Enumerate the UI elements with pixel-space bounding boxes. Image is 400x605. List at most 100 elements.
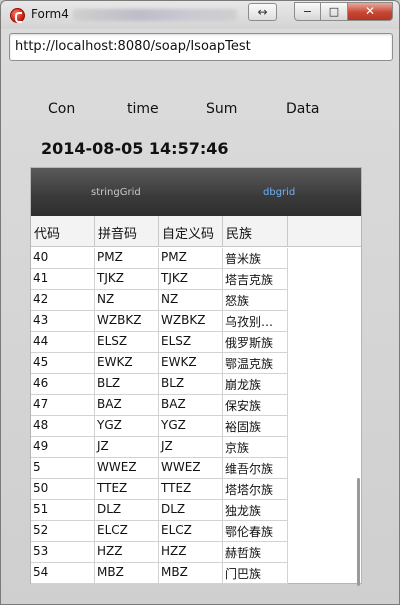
table-cell[interactable]: YGZ [159, 416, 223, 437]
table-cell[interactable]: ELCZ [159, 521, 223, 542]
table-cell[interactable]: 43 [31, 311, 95, 332]
table-cell[interactable]: NZ [159, 290, 223, 311]
table-cell[interactable]: TJKZ [95, 269, 159, 290]
table-cell[interactable]: 怒族 [223, 290, 288, 311]
table-cell[interactable]: 普米族 [223, 248, 288, 269]
table-cell[interactable]: 53 [31, 542, 95, 563]
table-cell[interactable]: 乌孜别… [223, 311, 288, 332]
table-cell[interactable]: MBZ [159, 563, 223, 584]
grid-header: 代码 拼音码 自定义码 民族 [31, 216, 361, 247]
table-cell[interactable]: NZ [95, 290, 159, 311]
table-row[interactable]: 40 PMZ PMZ 普米族 [31, 248, 361, 269]
table-cell[interactable]: 维吾尔族 [223, 458, 288, 479]
table-row[interactable]: 49 JZ JZ 京族 [31, 437, 361, 458]
table-cell[interactable]: 独龙族 [223, 500, 288, 521]
table-cell[interactable]: HZZ [95, 542, 159, 563]
table-row[interactable]: 44 ELSZ ELSZ 俄罗斯族 [31, 332, 361, 353]
table-cell[interactable]: 49 [31, 437, 95, 458]
table-cell[interactable]: DLZ [95, 500, 159, 521]
table-cell[interactable]: MBZ [95, 563, 159, 584]
table-cell[interactable]: 42 [31, 290, 95, 311]
table-cell[interactable]: PMZ [95, 248, 159, 269]
table-cell[interactable]: BLZ [159, 374, 223, 395]
label-sum: Sum [206, 101, 238, 117]
table-row[interactable]: 54 MBZ MBZ 门巴族 [31, 563, 361, 584]
table-cell[interactable]: EWKZ [159, 353, 223, 374]
table-cell[interactable]: ELCZ [95, 521, 159, 542]
table-cell[interactable]: 塔塔尔族 [223, 479, 288, 500]
table-cell[interactable]: 崩龙族 [223, 374, 288, 395]
table-cell[interactable]: 保安族 [223, 395, 288, 416]
close-button[interactable]: ✕ [348, 2, 393, 21]
table-cell[interactable]: JZ [159, 437, 223, 458]
table-cell[interactable]: TTEZ [95, 479, 159, 500]
table-row[interactable]: 47 BAZ BAZ 保安族 [31, 395, 361, 416]
table-cell[interactable]: BAZ [159, 395, 223, 416]
table-cell[interactable]: 京族 [223, 437, 288, 458]
table-cell[interactable]: 门巴族 [223, 563, 288, 584]
table-cell[interactable]: EWKZ [95, 353, 159, 374]
table-row[interactable]: 48 YGZ YGZ 裕固族 [31, 416, 361, 437]
tab-dbgrid[interactable]: dbgrid [263, 187, 295, 198]
table-row[interactable]: 43 WZBKZ WZBKZ 乌孜别… [31, 311, 361, 332]
table-cell[interactable]: DLZ [159, 500, 223, 521]
window-controls: − □ ✕ [294, 2, 393, 21]
table-cell[interactable]: 51 [31, 500, 95, 521]
table-cell[interactable]: 40 [31, 248, 95, 269]
table-cell[interactable]: 鄂温克族 [223, 353, 288, 374]
maximize-button[interactable]: □ [321, 2, 348, 21]
table-cell[interactable]: JZ [95, 437, 159, 458]
table-row[interactable]: 45 EWKZ EWKZ 鄂温克族 [31, 353, 361, 374]
tab-stringgrid[interactable]: stringGrid [91, 187, 141, 198]
table-cell[interactable]: BAZ [95, 395, 159, 416]
column-header[interactable]: 拼音码 [95, 216, 159, 247]
table-cell[interactable]: ELSZ [159, 332, 223, 353]
table-cell[interactable]: 48 [31, 416, 95, 437]
table-cell[interactable]: 45 [31, 353, 95, 374]
table-cell[interactable]: TTEZ [159, 479, 223, 500]
table-cell[interactable]: WWEZ [159, 458, 223, 479]
vertical-scrollbar[interactable] [357, 478, 360, 586]
table-cell[interactable]: WWEZ [95, 458, 159, 479]
title-bar[interactable]: Form4 ↔ − □ ✕ [1, 1, 399, 29]
table-cell[interactable]: 54 [31, 563, 95, 584]
url-input[interactable]: http://localhost:8080/soap/IsoapTest [9, 33, 393, 61]
table-row[interactable]: 52 ELCZ ELCZ 鄂伦春族 [31, 521, 361, 542]
swap-arrows-icon[interactable]: ↔ [248, 3, 277, 21]
table-cell[interactable]: PMZ [159, 248, 223, 269]
table-row[interactable]: 41 TJKZ TJKZ 塔吉克族 [31, 269, 361, 290]
label-time: time [127, 101, 159, 117]
table-cell[interactable]: 52 [31, 521, 95, 542]
table-cell[interactable]: 俄罗斯族 [223, 332, 288, 353]
table-cell[interactable]: WZBKZ [159, 311, 223, 332]
table-cell[interactable]: 鄂伦春族 [223, 521, 288, 542]
table-cell[interactable]: 41 [31, 269, 95, 290]
table-cell[interactable]: TJKZ [159, 269, 223, 290]
app-icon [10, 8, 25, 23]
table-cell[interactable]: ELSZ [95, 332, 159, 353]
column-header[interactable]: 自定义码 [159, 216, 223, 247]
table-cell[interactable]: 5 [31, 458, 95, 479]
table-cell[interactable]: 塔吉克族 [223, 269, 288, 290]
table-cell[interactable]: YGZ [95, 416, 159, 437]
table-cell[interactable]: 47 [31, 395, 95, 416]
table-cell[interactable]: HZZ [159, 542, 223, 563]
column-header[interactable]: 民族 [223, 216, 288, 247]
table-cell[interactable]: 赫哲族 [223, 542, 288, 563]
table-row[interactable]: 53 HZZ HZZ 赫哲族 [31, 542, 361, 563]
table-row[interactable]: 42 NZ NZ 怒族 [31, 290, 361, 311]
table-row[interactable]: 5 WWEZ WWEZ 维吾尔族 [31, 458, 361, 479]
tab-control: stringGrid dbgrid 代码 拼音码 自定义码 民族 40 PMZ PM… [30, 167, 362, 586]
table-row[interactable]: 46 BLZ BLZ 崩龙族 [31, 374, 361, 395]
tab-bar: stringGrid dbgrid [31, 168, 361, 216]
column-header[interactable]: 代码 [31, 216, 95, 247]
table-cell[interactable]: 裕固族 [223, 416, 288, 437]
minimize-button[interactable]: − [294, 2, 321, 21]
table-row[interactable]: 51 DLZ DLZ 独龙族 [31, 500, 361, 521]
table-row[interactable]: 50 TTEZ TTEZ 塔塔尔族 [31, 479, 361, 500]
table-cell[interactable]: WZBKZ [95, 311, 159, 332]
table-cell[interactable]: 46 [31, 374, 95, 395]
table-cell[interactable]: 50 [31, 479, 95, 500]
table-cell[interactable]: 44 [31, 332, 95, 353]
table-cell[interactable]: BLZ [95, 374, 159, 395]
